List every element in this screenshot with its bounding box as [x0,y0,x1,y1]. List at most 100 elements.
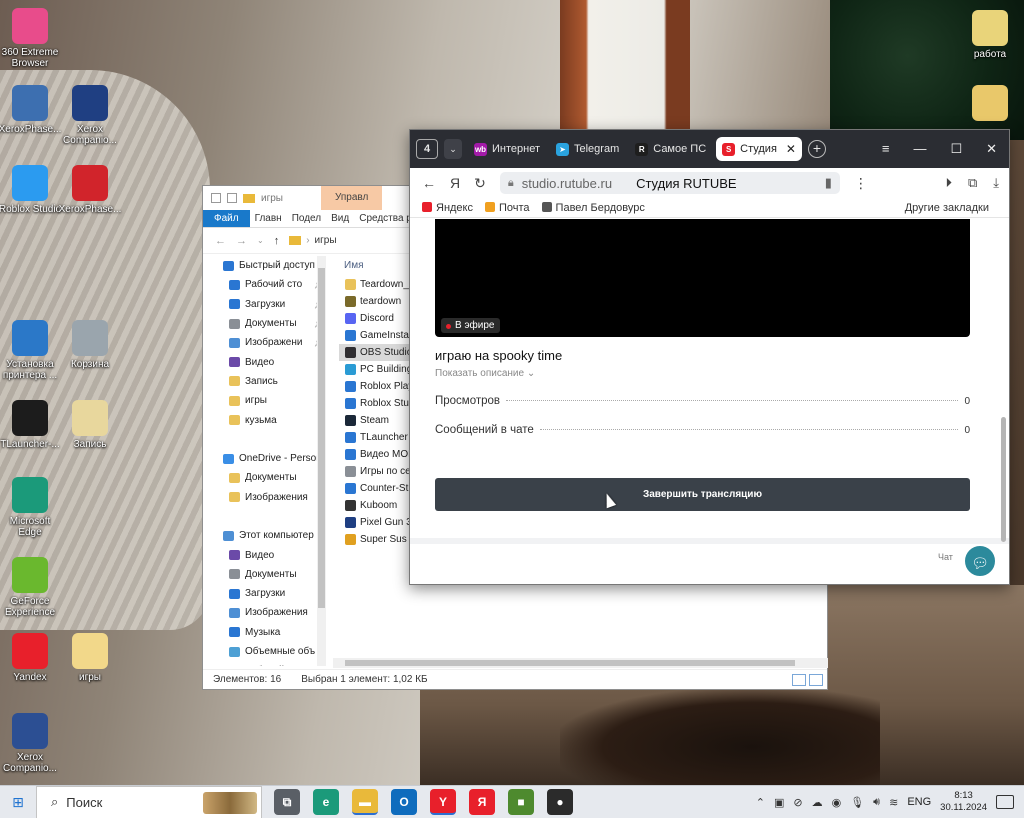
download-icon[interactable]: ⤓ [993,175,999,191]
file-row[interactable]: Counter-Stri [339,480,411,497]
desktop-icon[interactable]: игры [58,633,122,683]
file-row[interactable]: Roblox Stuc [339,395,411,412]
manage-tab[interactable]: Управл [320,186,383,210]
desktop-icon[interactable]: GeForce Experience [0,557,62,618]
tiles-view-icon[interactable] [809,673,823,686]
ribbon-tab-share[interactable]: Подел [287,210,326,227]
file-list-scrollbar-thumb[interactable] [345,660,795,666]
ribbon-tab-view[interactable]: Вид [326,210,354,227]
collections-icon[interactable]: ⧉ [968,175,977,191]
more-icon[interactable]: ⋮ [854,175,868,192]
menu-icon[interactable]: ≡ [882,141,890,157]
browser-tab[interactable]: R Самое ПС [629,137,712,161]
tray-app-icon[interactable]: ▣ [774,796,784,809]
address-path[interactable]: › игры [289,235,337,246]
desktop-icon[interactable]: TLauncher-... [0,400,62,450]
nav-item[interactable]: Рабочий стол [203,661,328,666]
show-description-link[interactable]: Показать описание ⌄ [435,368,535,379]
page-scrollbar-thumb[interactable] [1001,417,1006,542]
ribbon-tab-home[interactable]: Главн [250,210,287,227]
desktop-icon[interactable]: Microsoft Edge [0,477,62,538]
file-row[interactable]: Teardown_4 [339,276,411,293]
page-scrollbar[interactable] [998,219,1008,569]
desktop-icon[interactable]: Xerox Companio... [0,713,62,774]
bookmark-item[interactable]: Яндекс [422,201,473,214]
nav-item[interactable]: игры [203,391,328,410]
media-icon[interactable]: ⏵ [945,175,952,191]
close-icon[interactable]: ✕ [986,141,997,157]
close-tab-icon[interactable]: ✕ [786,142,796,156]
desktop-icon[interactable]: 360 Extreme Browser [0,8,62,69]
nav-item[interactable]: Видео [203,545,328,564]
properties-icon[interactable] [227,193,237,203]
taskbar-search[interactable]: ⌕ Поиск [36,785,262,818]
nav-item[interactable]: Загрузки📌︎ [203,295,328,314]
quick-access-toolbar-icon[interactable] [211,193,221,203]
chevron-up-icon[interactable]: ⌃ [756,796,765,809]
nav-item[interactable]: Музыка [203,623,328,642]
wifi-icon[interactable]: ≋ [889,796,898,809]
bookmark-icon[interactable]: ▮ [825,175,832,191]
nav-item[interactable]: Рабочий сто📌︎ [203,275,328,294]
nav-scrollbar-thumb[interactable] [318,268,325,608]
bookmark-item[interactable]: Почта [485,201,530,214]
volume-icon[interactable]: 🔊︎ [873,796,880,809]
minimize-icon[interactable]: — [913,141,926,157]
outlook-icon[interactable]: O [391,789,417,815]
reload-icon[interactable]: ↻ [474,175,486,192]
nav-item[interactable]: Документы📌︎ [203,314,328,333]
browser-tab[interactable]: ➤ Telegram [550,137,625,161]
cloud-icon[interactable]: ☁ [812,796,823,809]
browser-tab[interactable]: wb Интернет [468,137,546,161]
file-list-scrollbar[interactable] [333,658,828,668]
nav-item[interactable]: кузьма [203,410,328,429]
file-row[interactable]: Steam [339,412,411,429]
bookmark-item[interactable]: Павел Бердовурс [541,201,645,214]
maximize-icon[interactable]: ☐ [950,141,962,157]
nav-item[interactable]: Быстрый доступ [203,256,328,275]
nav-item[interactable]: Документы [203,565,328,584]
notifications-icon[interactable] [996,795,1014,809]
file-row[interactable]: OBS Studio [339,344,411,361]
file-row[interactable]: Pixel Gun 3L [339,514,411,531]
clock[interactable]: 8:13 30.11.2024 [940,790,987,814]
back-arrow-icon[interactable]: ← [215,235,226,247]
file-row[interactable]: GameInstall [339,327,411,344]
file-row[interactable]: Видео МОН [339,446,411,463]
browser-tab[interactable]: S Студия ✕ [716,137,802,161]
desktop-icon[interactable]: работа [958,10,1022,60]
chat-bubble-icon[interactable]: 💬︎ [963,544,997,578]
file-row[interactable]: Kuboom [339,497,411,514]
obs-icon[interactable]: ● [547,789,573,815]
nav-item[interactable]: Объемные объ [203,642,328,661]
forward-arrow-icon[interactable]: → [236,235,247,247]
nav-item[interactable]: Видео [203,352,328,371]
explorer-icon[interactable]: ▬ [352,789,378,815]
task-view-icon[interactable]: ⧉ [274,789,300,815]
desktop-icon[interactable]: Установка принтера ... [0,320,62,381]
details-view-icon[interactable] [792,673,806,686]
end-stream-button[interactable]: Завершить трансляцию [435,478,970,511]
file-row[interactable]: teardown [339,293,411,310]
back-arrow-icon[interactable]: ← [422,175,436,191]
file-row[interactable]: TLauncher [339,429,411,446]
file-row[interactable]: Super Sus [339,531,411,548]
windows-start-icon[interactable]: ⊞ [0,794,36,811]
language-indicator[interactable]: ENG [907,796,931,808]
yandex-icon[interactable]: Я [469,789,495,815]
url-field[interactable]: 🔒︎ studio.rutube.ru Студия RUTUBE ▮ [499,172,840,194]
desktop-icon[interactable]: XeroxPhase... [0,85,62,135]
edge-icon[interactable]: e [313,789,339,815]
nav-item[interactable]: Запись [203,372,328,391]
desktop-icon[interactable]: XeroxPhase... [58,165,122,215]
nav-item[interactable]: Загрузки [203,584,328,603]
minecraft-icon[interactable]: ■ [508,789,534,815]
desktop-icon[interactable]: Корзина [58,320,122,370]
file-row[interactable]: Roblox Play [339,378,411,395]
desktop-icon[interactable]: Xerox Companio... [58,85,122,146]
webcam-icon[interactable]: ◉ [832,796,842,809]
tab-count-button[interactable]: 4 [416,139,438,159]
file-row[interactable]: PC Building [339,361,411,378]
ribbon-tab-file[interactable]: Файл [203,210,250,227]
new-tab-button[interactable]: + [807,140,826,158]
